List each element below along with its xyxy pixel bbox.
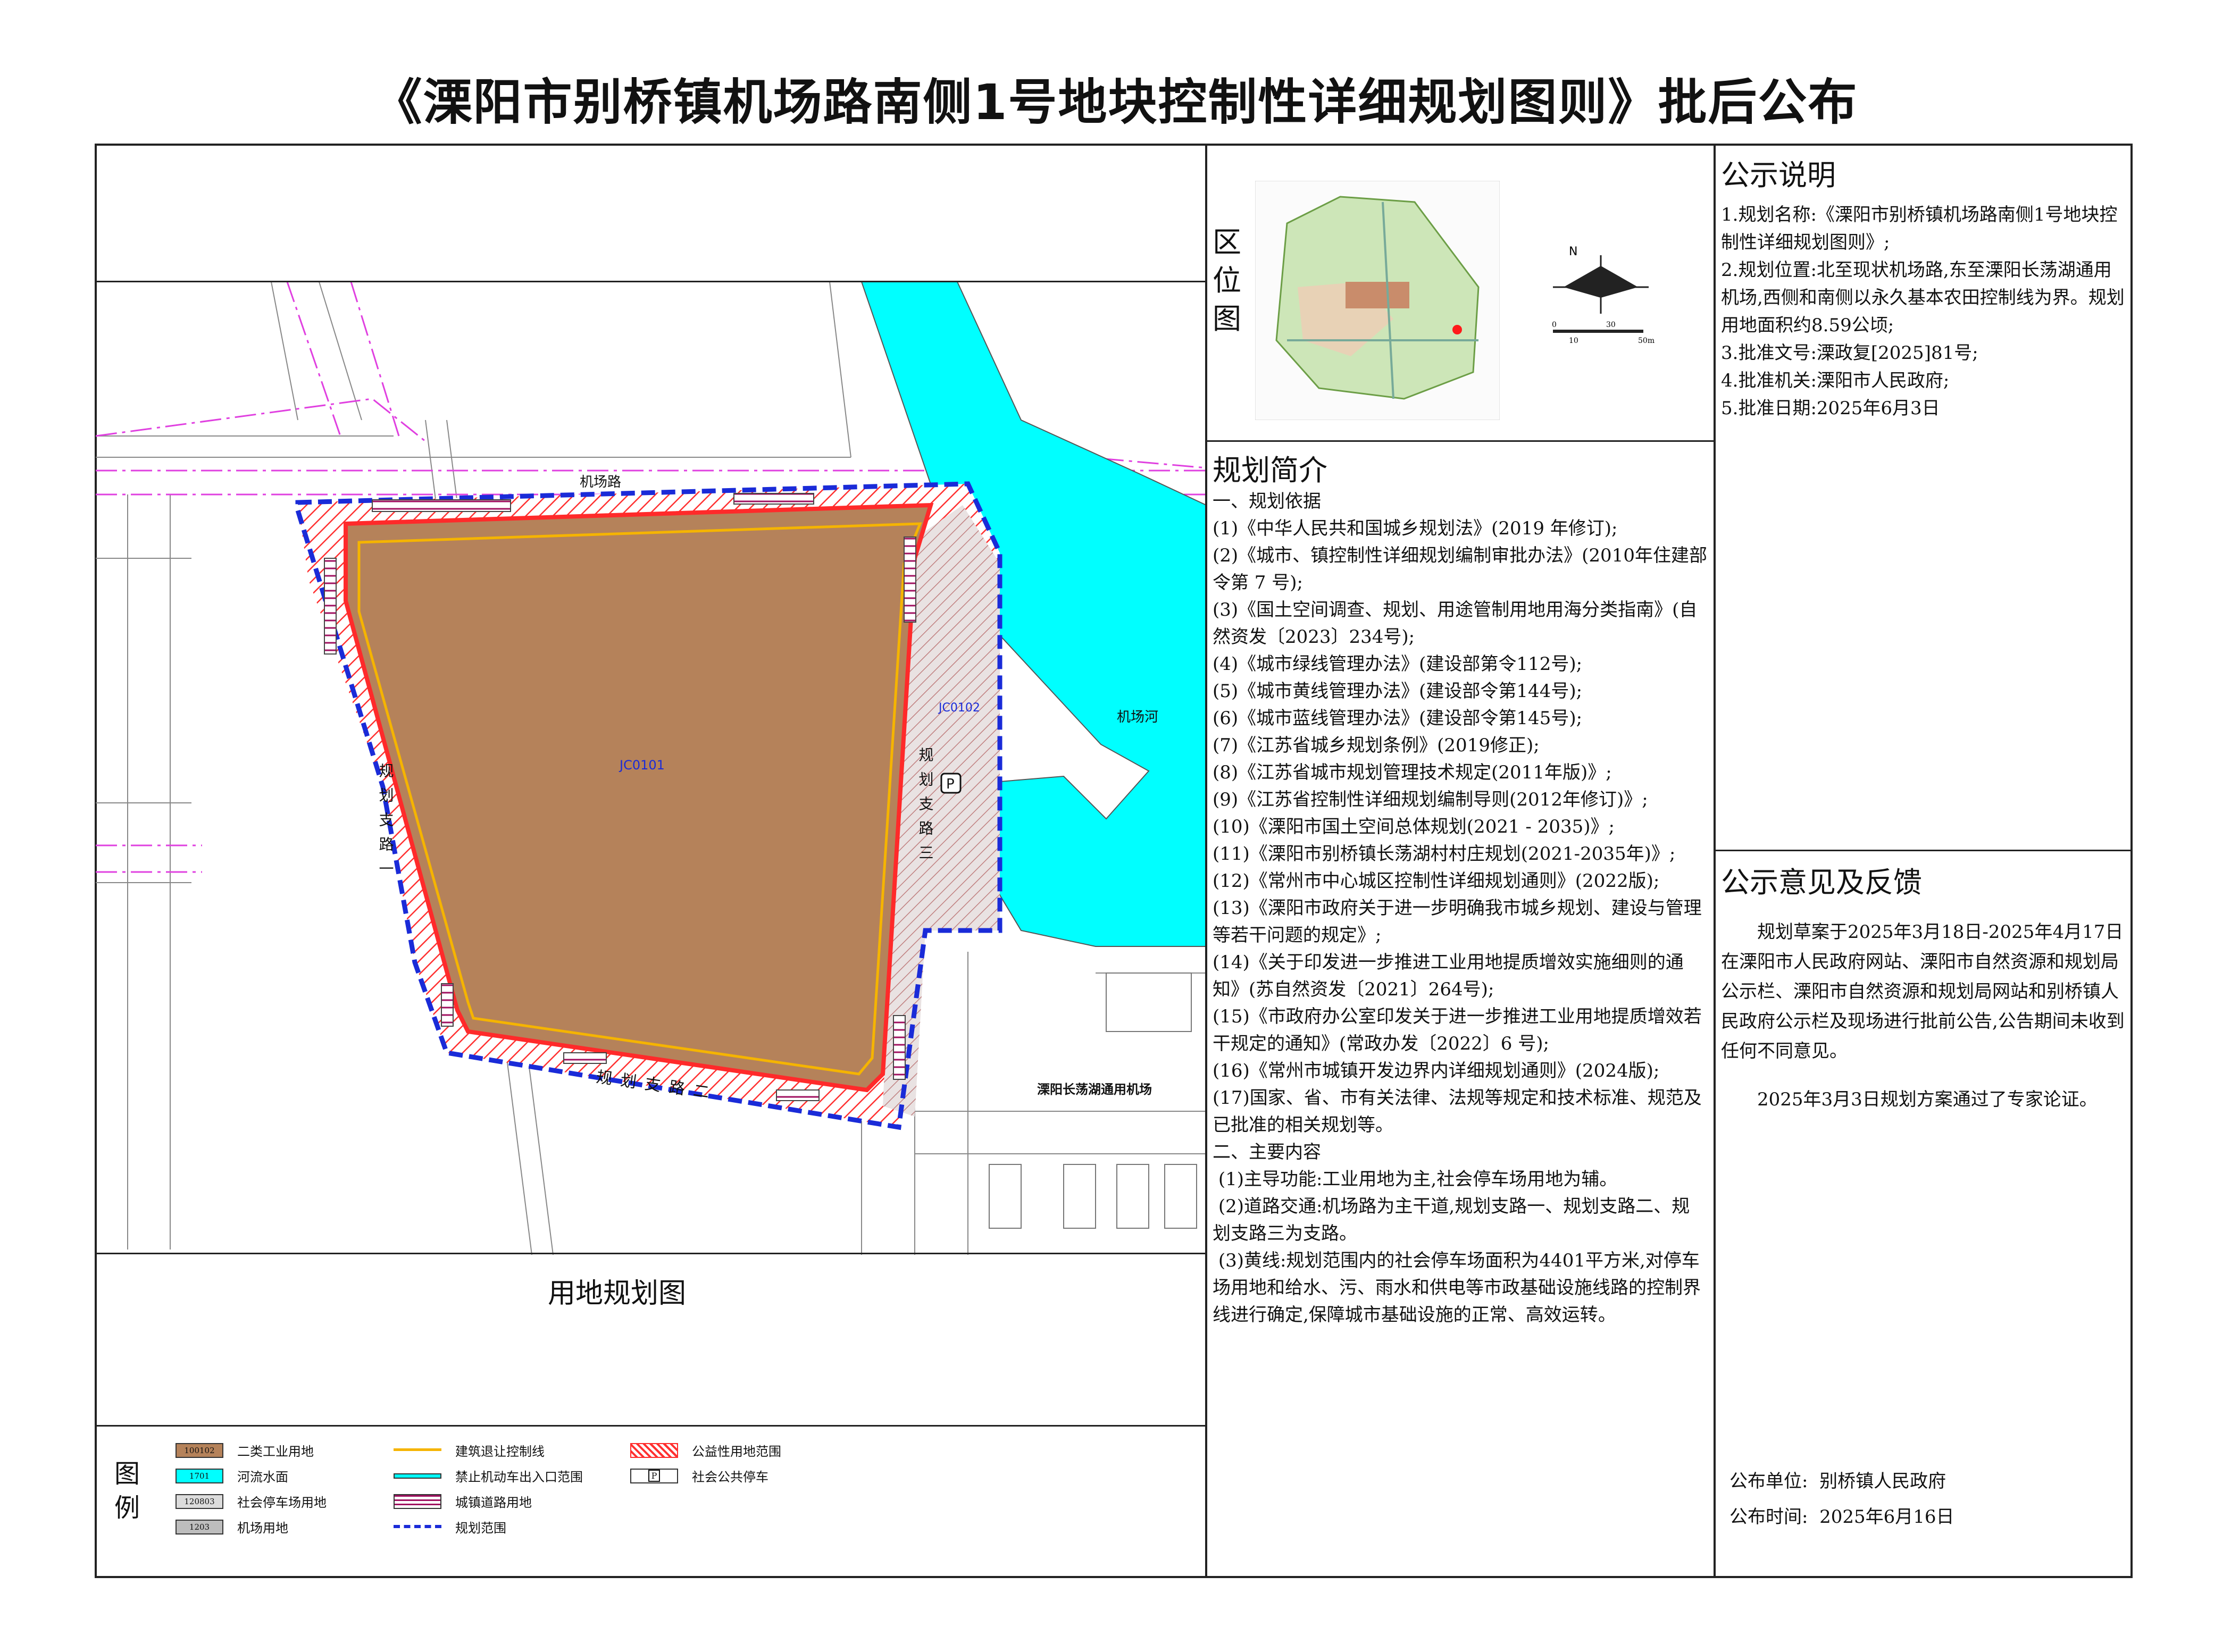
svg-text:N: N <box>1569 245 1577 258</box>
label-parcel-jc0102: JC0102 <box>938 701 980 715</box>
label-airport-road: 机场路 <box>580 474 621 490</box>
airport-hangars <box>989 972 1197 1229</box>
north-arrow: N 0 10 30 50m <box>1552 245 1655 345</box>
publisher-unit: 公布单位: 别桥镇人民政府 <box>1729 1471 1946 1492</box>
scale-0: 0 <box>1552 321 1557 329</box>
notice-line-3: 3.批准文号:溧政复[2025]81号; <box>1721 342 1978 364</box>
location-label: 区位图 <box>1213 225 1241 336</box>
legend-boundary: 规划范围 <box>394 1517 506 1536</box>
map-bottom-divider <box>96 1253 1206 1254</box>
scale-10: 10 <box>1569 337 1578 345</box>
legend-road-land: 城镇道路用地 <box>394 1492 532 1511</box>
location-map <box>1255 181 1500 420</box>
feedback-p1: 规划草案于2025年3月18日-2025年4月17日在溧阳市人民政府网站、溧阳市… <box>1721 921 2125 1062</box>
legend-title: 图例 <box>114 1459 140 1523</box>
land-use-map: 机场路 JC0101 JC0102 机场河 溧阳长荡湖通用机场 规划支路二 规划… <box>96 282 1206 1255</box>
legend-swatch-industrial: 100102 <box>176 1443 223 1458</box>
svg-text:P: P <box>946 776 955 792</box>
legend-swatch-airport: 1203 <box>176 1519 223 1534</box>
label-river: 机场河 <box>1117 709 1158 725</box>
legend-industrial: 100102 二类工业用地 <box>176 1441 314 1460</box>
page-title: 《溧阳市别桥镇机场路南侧1号地块控制性详细规划图则》批后公布 <box>373 74 1858 131</box>
intro-heading: 规划简介 <box>1213 454 1327 487</box>
map-top-divider <box>96 281 1206 282</box>
parking-symbol: P <box>940 773 962 794</box>
notice-line-1: 1.规划名称:《溧阳市别桥镇机场路南侧1号地块控制性详细规划图则》; <box>1721 204 2118 253</box>
label-airport: 溧阳长荡湖通用机场 <box>1037 1082 1152 1097</box>
notice-line-4: 4.批准机关:溧阳市人民政府; <box>1721 370 1950 391</box>
feedback-heading: 公示意见及反馈 <box>1721 866 1922 899</box>
label-branch-road-1: 规划支路一 <box>377 763 395 885</box>
legend-box: 100102 二类工业用地 1701 河流水面 120803 社会停车场用地 1… <box>176 1441 1186 1574</box>
legend-public-parking: P 社会公共停车 <box>630 1466 768 1485</box>
label-branch-road-3: 规划支路三 <box>917 747 934 869</box>
map-caption: 用地规划图 <box>548 1278 687 1310</box>
scale-50m: 50m <box>1638 337 1655 345</box>
intro-divider <box>1205 440 1716 442</box>
legend-airport-land: 1203 机场用地 <box>176 1517 288 1536</box>
notice-line-2: 2.规划位置:北至现状机场路,东至溧阳长荡湖通用机场,西侧和南侧以永久基本农田控… <box>1721 259 2125 336</box>
feedback-p2: 2025年3月3日规划方案通过了专家论证。 <box>1757 1089 2098 1110</box>
notice-heading: 公示说明 <box>1721 158 1836 192</box>
notice-list: 1.规划名称:《溧阳市别桥镇机场路南侧1号地块控制性详细规划图则》; 2.规划位… <box>1721 201 2125 422</box>
legend-water: 1701 河流水面 <box>176 1466 288 1485</box>
label-parcel-jc0101: JC0101 <box>619 758 665 773</box>
legend-public-land: 公益性用地范围 <box>630 1441 781 1460</box>
legend-parking-land: 120803 社会停车场用地 <box>176 1492 327 1511</box>
feedback-divider <box>1714 850 2133 851</box>
legend-setback: 建筑退让控制线 <box>394 1441 545 1460</box>
legend-divider <box>96 1425 1206 1427</box>
legend-swatch-water: 1701 <box>176 1468 223 1483</box>
scale-30: 30 <box>1606 321 1616 329</box>
legend-no-entry: 禁止机动车出入口范围 <box>394 1466 583 1485</box>
publisher-date: 公布时间: 2025年6月16日 <box>1729 1506 1954 1528</box>
notice-line-5: 5.批准日期:2025年6月3日 <box>1721 398 1940 419</box>
intro-text: 一、规划依据 (1)《中华人民共和国城乡规划法》(2019 年修订); (2)《… <box>1213 491 1707 1326</box>
legend-swatch-parking: 120803 <box>176 1494 223 1509</box>
